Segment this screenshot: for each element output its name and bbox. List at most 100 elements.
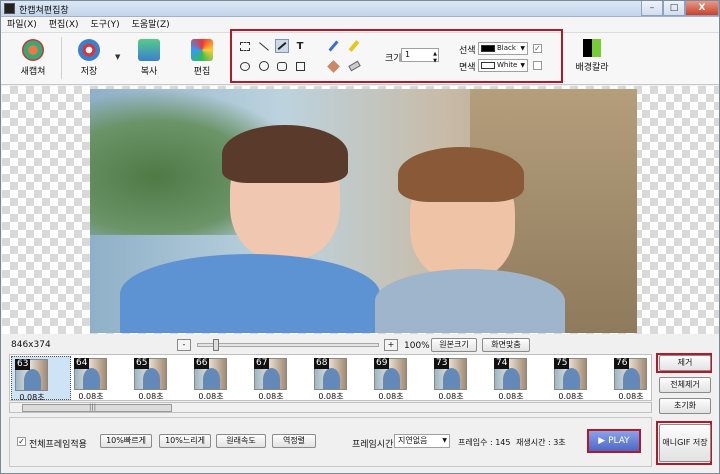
frame-number: 64	[74, 358, 90, 369]
save-button[interactable]: 저장	[67, 37, 111, 81]
frame-item[interactable]: 73 0.08초	[431, 356, 491, 400]
save-gif-button[interactable]: 애니GIF 저장	[659, 424, 711, 462]
frame-item[interactable]: 67 0.08초	[251, 356, 311, 400]
window-controls: – □ X	[641, 1, 719, 17]
size-value: 1	[405, 50, 411, 59]
close-button[interactable]: X	[685, 1, 719, 16]
frame-number: 73	[434, 358, 450, 369]
remove-button[interactable]: 제거	[659, 355, 711, 371]
zoom-out-button[interactable]: -	[177, 339, 191, 351]
zoom-bar: 846x374 - + 100% 원본크기 화면맞춤	[1, 335, 719, 353]
background-color-button[interactable]: 배경칼라	[568, 37, 616, 81]
edit-button[interactable]: 편집	[180, 37, 224, 81]
menu-file[interactable]: 파일(X)	[7, 17, 37, 32]
spin-down-icon[interactable]: ▼	[433, 55, 437, 67]
frame-duration: 0.08초	[19, 393, 45, 401]
size-label: 크기	[385, 54, 402, 64]
title-bar: 한캡쳐편집창 – □ X	[1, 1, 719, 17]
frame-item[interactable]: 64 0.08초	[71, 356, 131, 400]
text-tool-icon[interactable]: T	[293, 39, 307, 53]
face-color-checkbox[interactable]	[533, 61, 542, 70]
zoom-in-button[interactable]: +	[384, 339, 398, 351]
camera-icon	[22, 39, 44, 61]
frame-number: 68	[314, 358, 330, 369]
frame-number: 69	[374, 358, 390, 369]
frame-item[interactable]: 75 0.08초	[551, 356, 611, 400]
frame-item[interactable]: 65 0.08초	[131, 356, 191, 400]
highlighter-icon[interactable]	[347, 39, 361, 53]
chevron-down-icon: ▼	[520, 62, 525, 69]
frame-duration: 0.08초	[618, 392, 644, 401]
pen-icon[interactable]	[326, 39, 340, 53]
background-color-label: 배경칼라	[575, 63, 609, 73]
edit-label: 편집	[193, 67, 211, 77]
frame-duration: 0.08초	[198, 392, 224, 401]
save-icon	[78, 39, 100, 61]
copy-button[interactable]: 복사	[127, 37, 171, 81]
minimize-button[interactable]: –	[641, 1, 663, 16]
frame-duration: 0.08초	[318, 392, 344, 401]
reverse-button[interactable]: 역정렬	[272, 434, 316, 448]
circle-icon[interactable]	[257, 59, 271, 73]
face-color-name: White	[497, 61, 518, 69]
fill-icon[interactable]	[326, 59, 340, 73]
chevron-down-icon: ▼	[520, 45, 525, 52]
palette-icon	[583, 39, 601, 57]
scrollbar-grip: |||	[89, 403, 97, 411]
ellipse-icon[interactable]	[238, 59, 252, 73]
original-speed-button[interactable]: 원래속도	[216, 434, 266, 448]
editing-canvas[interactable]	[2, 86, 719, 334]
frame-strip: 63 0.08초 64 0.08초 65 0.08초 66 0.08초 67 0.08초 …	[9, 354, 652, 401]
arrow-icon[interactable]	[275, 39, 289, 53]
original-size-button[interactable]: 원본크기	[431, 338, 477, 352]
frame-item[interactable]: 68 0.08초	[311, 356, 371, 400]
menu-tools[interactable]: 도구(Y)	[91, 17, 120, 32]
frame-scrollbar[interactable]: |||	[9, 402, 652, 413]
frame-duration: 0.08초	[558, 392, 584, 401]
reset-button[interactable]: 초기화	[659, 398, 711, 414]
rect-icon[interactable]	[293, 59, 307, 73]
frame-duration: 0.08초	[258, 392, 284, 401]
maximize-button[interactable]: □	[663, 1, 685, 16]
rounded-rect-icon[interactable]	[275, 59, 289, 73]
new-capture-button[interactable]: 새캡쳐	[11, 37, 55, 81]
face-color-select[interactable]: White ▼	[478, 59, 528, 72]
frame-number: 76	[614, 358, 630, 369]
line-icon[interactable]	[257, 39, 271, 53]
gif-editor-window: 한캡쳐편집창 – □ X 파일(X) 편집(X) 도구(Y) 도움말(Z) 새캡…	[0, 0, 720, 474]
image-size: 846x374	[11, 340, 51, 350]
face-color-swatch	[481, 62, 495, 69]
frame-item[interactable]: 69 0.08초	[371, 356, 431, 400]
eraser-icon[interactable]	[347, 59, 361, 73]
frame-number: 65	[134, 358, 150, 369]
menu-edit[interactable]: 편집(X)	[49, 17, 79, 32]
frame-number: 66	[194, 358, 210, 369]
play-button[interactable]: ▶ PLAY	[587, 429, 641, 453]
frame-item[interactable]: 66 0.08초	[191, 356, 251, 400]
slower-button[interactable]: 10%느리게	[159, 434, 211, 448]
remove-all-button[interactable]: 전체제거	[659, 377, 711, 393]
frame-number: 75	[554, 358, 570, 369]
fit-screen-button[interactable]: 화면맞춤	[482, 338, 530, 352]
frame-item[interactable]: 63 0.08초	[11, 356, 71, 400]
zoom-slider-thumb[interactable]	[213, 339, 219, 351]
playback-panel: ✓ 전체프레임적용 10%빠르게 10%느리게 원래속도 역정렬 프레임시간 지…	[9, 417, 652, 467]
frame-time-select[interactable]: 지연없음 ▼	[394, 434, 450, 448]
zoom-slider[interactable]	[197, 343, 379, 347]
faster-button[interactable]: 10%빠르게	[100, 434, 152, 448]
frame-scrollbar-thumb[interactable]: |||	[22, 403, 172, 412]
save-dropdown-icon[interactable]: ▼	[115, 53, 120, 61]
size-spinner[interactable]: 1 ▲ ▼	[401, 48, 439, 64]
edit-icon	[191, 39, 213, 61]
copy-icon	[138, 39, 160, 61]
frame-time-value: 지연없음	[398, 436, 428, 445]
frame-item[interactable]: 76 0.08초	[611, 356, 651, 401]
line-color-select[interactable]: Black ▼	[478, 42, 528, 55]
frame-item[interactable]: 74 0.08초	[491, 356, 551, 400]
chevron-down-icon: ▼	[442, 437, 447, 444]
rect-select-icon[interactable]	[238, 39, 252, 53]
line-color-checkbox[interactable]: ✓	[533, 44, 542, 53]
frame-duration: 0.08초	[138, 392, 164, 401]
menu-help[interactable]: 도움말(Z)	[132, 17, 170, 32]
apply-all-checkbox[interactable]: ✓	[17, 437, 26, 446]
